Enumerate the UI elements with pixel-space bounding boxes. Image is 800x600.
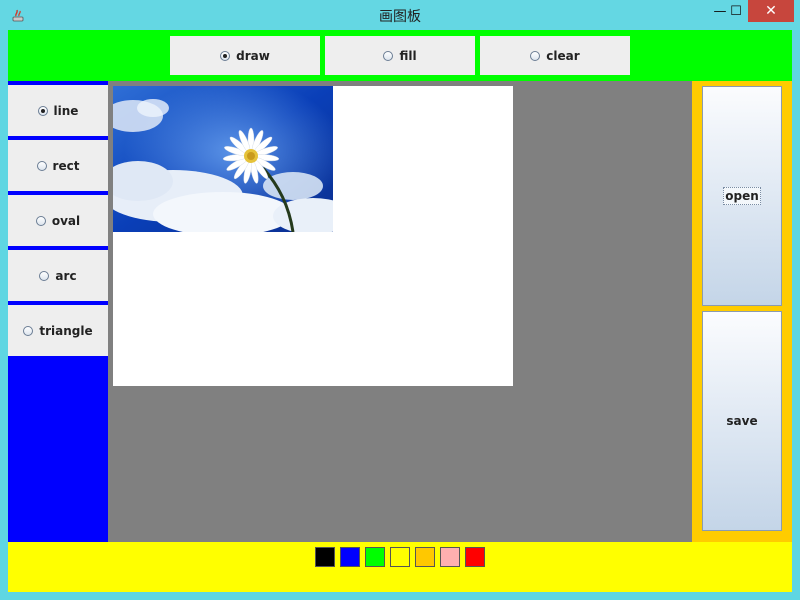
title-bar: 画图板 — ☐ ✕	[0, 0, 800, 30]
shape-radio-oval[interactable]: oval	[8, 195, 108, 246]
mode-label: clear	[546, 48, 580, 63]
mode-panel: draw fill clear	[8, 30, 792, 81]
shape-radio-rect[interactable]: rect	[8, 140, 108, 191]
open-button-label: open	[723, 187, 761, 205]
color-swatch-orange[interactable]	[415, 547, 435, 567]
color-swatch-pink[interactable]	[440, 547, 460, 567]
paint-board-frame: draw fill clear line rect oval arc trian…	[8, 30, 792, 592]
close-button[interactable]: ✕	[748, 0, 794, 22]
radio-checked-icon	[37, 105, 48, 116]
shape-label: oval	[51, 213, 81, 228]
mode-label: fill	[399, 48, 417, 63]
daisy-sky-photo	[113, 86, 333, 232]
color-swatch-red[interactable]	[465, 547, 485, 567]
shape-label: line	[53, 103, 79, 118]
mode-radio-clear[interactable]: clear	[480, 36, 630, 75]
canvas-area	[108, 81, 692, 542]
radio-unchecked-icon	[530, 50, 541, 61]
mode-radio-draw[interactable]: draw	[170, 36, 320, 75]
mode-radio-fill[interactable]: fill	[325, 36, 475, 75]
shape-label: triangle	[39, 323, 93, 338]
shape-label: arc	[55, 268, 77, 283]
radio-unchecked-icon	[35, 215, 46, 226]
maximize-icon: ☐	[730, 3, 742, 19]
shape-radio-arc[interactable]: arc	[8, 250, 108, 301]
drawing-canvas[interactable]	[113, 86, 513, 386]
color-swatch-blue[interactable]	[340, 547, 360, 567]
radio-unchecked-icon	[36, 160, 47, 171]
shape-label: rect	[52, 158, 80, 173]
window-title: 画图板	[379, 9, 421, 25]
shape-radio-line[interactable]: line	[8, 85, 108, 136]
open-button[interactable]: open	[702, 86, 782, 306]
close-icon: ✕	[765, 3, 777, 19]
color-swatch-yellow[interactable]	[390, 547, 410, 567]
color-swatch-black[interactable]	[315, 547, 335, 567]
file-panel: open save	[692, 81, 792, 542]
shape-radio-triangle[interactable]: triangle	[8, 305, 108, 356]
radio-unchecked-icon	[23, 325, 34, 336]
shape-panel: line rect oval arc triangle	[8, 81, 108, 542]
save-button-label: save	[726, 414, 758, 428]
save-button[interactable]: save	[702, 311, 782, 531]
radio-unchecked-icon	[39, 270, 50, 281]
mode-label: draw	[236, 48, 270, 63]
color-swatch-green[interactable]	[365, 547, 385, 567]
radio-checked-icon	[220, 50, 231, 61]
color-palette-panel	[8, 542, 792, 592]
radio-unchecked-icon	[383, 50, 394, 61]
